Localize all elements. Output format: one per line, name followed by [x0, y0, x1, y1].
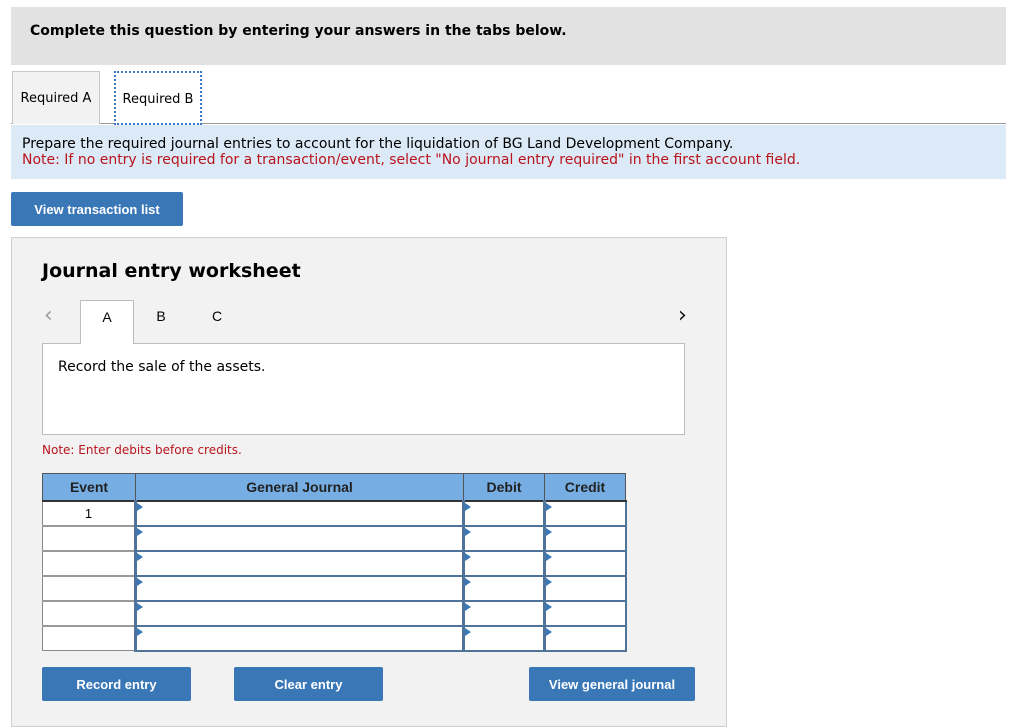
worksheet-tab-b[interactable]: B [134, 300, 188, 344]
tab-required-b[interactable]: Required B [114, 71, 202, 125]
instructions-banner: Complete this question by entering your … [11, 7, 1006, 65]
event-cell [42, 574, 136, 601]
journal-header-row: Event General Journal Debit Credit [42, 473, 626, 502]
event-cell [42, 549, 136, 576]
tab-required-a[interactable]: Required A [12, 71, 100, 124]
record-entry-button[interactable]: Record entry [42, 667, 191, 701]
chevron-right-icon[interactable]: › [678, 303, 687, 329]
table-row [42, 624, 627, 652]
header-credit: Credit [544, 473, 626, 502]
debit-input[interactable] [462, 574, 546, 602]
chevron-left-icon[interactable]: ‹ [44, 303, 53, 329]
credit-input[interactable] [543, 624, 627, 652]
table-row [42, 574, 627, 602]
account-input[interactable] [134, 499, 465, 527]
header-event: Event [42, 473, 136, 502]
header-debit: Debit [463, 473, 545, 502]
description-text: Record the sale of the assets. [58, 359, 266, 375]
credit-input[interactable] [543, 574, 627, 602]
account-input[interactable] [134, 574, 465, 602]
credit-input[interactable] [543, 549, 627, 577]
requirement-tabs: Required A Required B [11, 71, 1006, 125]
table-row [42, 549, 627, 577]
debits-note: Note: Enter debits before credits. [42, 443, 242, 457]
account-input[interactable] [134, 624, 465, 652]
clear-entry-button[interactable]: Clear entry [234, 667, 383, 701]
event-cell [42, 524, 136, 551]
instructions-text: Complete this question by entering your … [30, 23, 567, 39]
worksheet-tab-a[interactable]: A [80, 300, 134, 344]
debit-input[interactable] [462, 549, 546, 577]
view-transaction-list-button[interactable]: View transaction list [11, 192, 183, 226]
transaction-description: Record the sale of the assets. [42, 343, 685, 435]
journal-entry-worksheet: Journal entry worksheet ‹ A B C › Record… [11, 237, 727, 727]
event-cell [42, 599, 136, 626]
prompt-text: Prepare the required journal entries to … [22, 136, 734, 152]
debit-input[interactable] [462, 624, 546, 652]
table-row [42, 599, 627, 627]
event-cell: 1 [42, 499, 136, 526]
table-row: 1 [42, 499, 627, 527]
account-input[interactable] [134, 524, 465, 552]
question-prompt: Prepare the required journal entries to … [11, 125, 1006, 179]
header-general-journal: General Journal [135, 473, 464, 502]
worksheet-title: Journal entry worksheet [42, 260, 301, 282]
debit-input[interactable] [462, 499, 546, 527]
credit-input[interactable] [543, 599, 627, 627]
journal-table: Event General Journal Debit Credit 1 [42, 473, 627, 652]
worksheet-tab-c[interactable]: C [190, 300, 244, 344]
table-row [42, 524, 627, 552]
debit-input[interactable] [462, 599, 546, 627]
account-input[interactable] [134, 599, 465, 627]
debit-input[interactable] [462, 524, 546, 552]
account-input[interactable] [134, 549, 465, 577]
view-general-journal-button[interactable]: View general journal [529, 667, 695, 701]
event-cell [42, 624, 136, 651]
credit-input[interactable] [543, 499, 627, 527]
credit-input[interactable] [543, 524, 627, 552]
prompt-note: Note: If no entry is required for a tran… [22, 152, 801, 168]
